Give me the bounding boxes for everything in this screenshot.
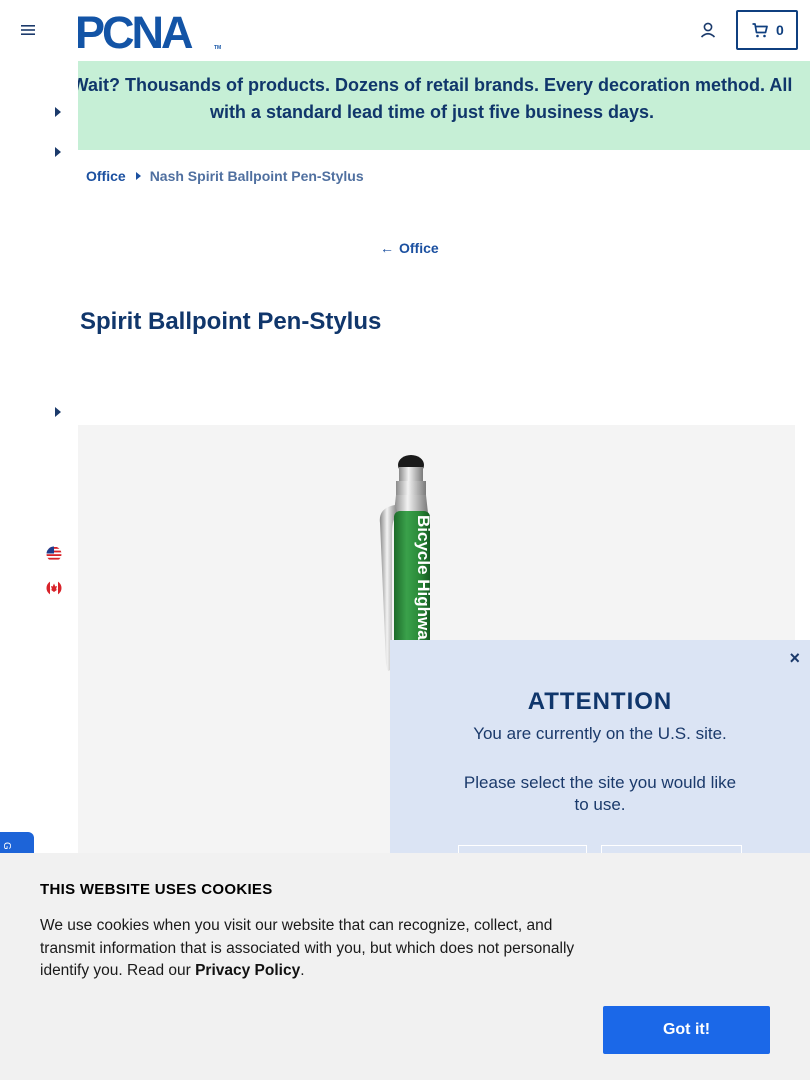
pcna-logo[interactable]: PCNA TM bbox=[75, 9, 225, 51]
breadcrumb-separator-icon bbox=[135, 172, 141, 180]
arrow-left-icon: ← bbox=[380, 240, 394, 256]
cookie-body: We use cookies when you visit our websit… bbox=[40, 917, 575, 979]
modal-title: ATTENTION bbox=[527, 688, 673, 715]
logo-text: PCNA bbox=[75, 9, 193, 51]
banner-text: Wait? Thousands of products. Dozens of r… bbox=[78, 75, 793, 122]
breadcrumb-link-office[interactable]: Office bbox=[86, 168, 126, 184]
expand-arrow-icon[interactable] bbox=[55, 407, 61, 417]
cookie-text: We use cookies when you visit our websit… bbox=[40, 915, 610, 983]
logo-tm: TM bbox=[214, 45, 221, 51]
modal-instruction-text: Please select the site you would like to… bbox=[463, 773, 737, 814]
expand-arrow-icon[interactable] bbox=[55, 147, 61, 157]
cookie-banner: THIS WEBSITE USES COOKIES We use cookies… bbox=[0, 853, 810, 1080]
breadcrumb: Office Nash Spirit Ballpoint Pen-Stylus bbox=[86, 168, 364, 186]
privacy-policy-link[interactable]: Privacy Policy bbox=[195, 962, 300, 979]
us-flag-icon[interactable] bbox=[46, 546, 62, 562]
breadcrumb-current: Nash Spirit Ballpoint Pen-Stylus bbox=[149, 168, 364, 184]
cookie-title: THIS WEBSITE USES COOKIES bbox=[40, 881, 273, 898]
modal-current-site-text: You are currently on the U.S. site. bbox=[473, 724, 727, 743]
accept-cookies-button[interactable]: Got it! bbox=[603, 1006, 770, 1054]
expand-arrow-icon[interactable] bbox=[55, 107, 61, 117]
canada-flag-icon[interactable] bbox=[46, 580, 62, 596]
hamburger-icon[interactable] bbox=[21, 23, 35, 37]
page-title: Spirit Ballpoint Pen-Stylus bbox=[80, 308, 382, 335]
promo-banner: Wait? Thousands of products. Dozens of r… bbox=[78, 61, 810, 150]
site-header: PCNA TM 0 bbox=[0, 0, 810, 61]
feedback-label: G bbox=[1, 842, 12, 850]
user-icon[interactable] bbox=[699, 21, 717, 39]
cookie-period: . bbox=[300, 962, 305, 979]
close-icon[interactable]: × bbox=[789, 648, 800, 669]
back-link-label: Office bbox=[399, 240, 439, 256]
pen-imprint: Bicycle Highways bbox=[414, 515, 433, 659]
cart-button[interactable]: 0 bbox=[736, 10, 798, 50]
back-link[interactable]: ← Office bbox=[380, 240, 439, 256]
cart-icon bbox=[752, 23, 768, 38]
cart-count: 0 bbox=[776, 22, 784, 38]
